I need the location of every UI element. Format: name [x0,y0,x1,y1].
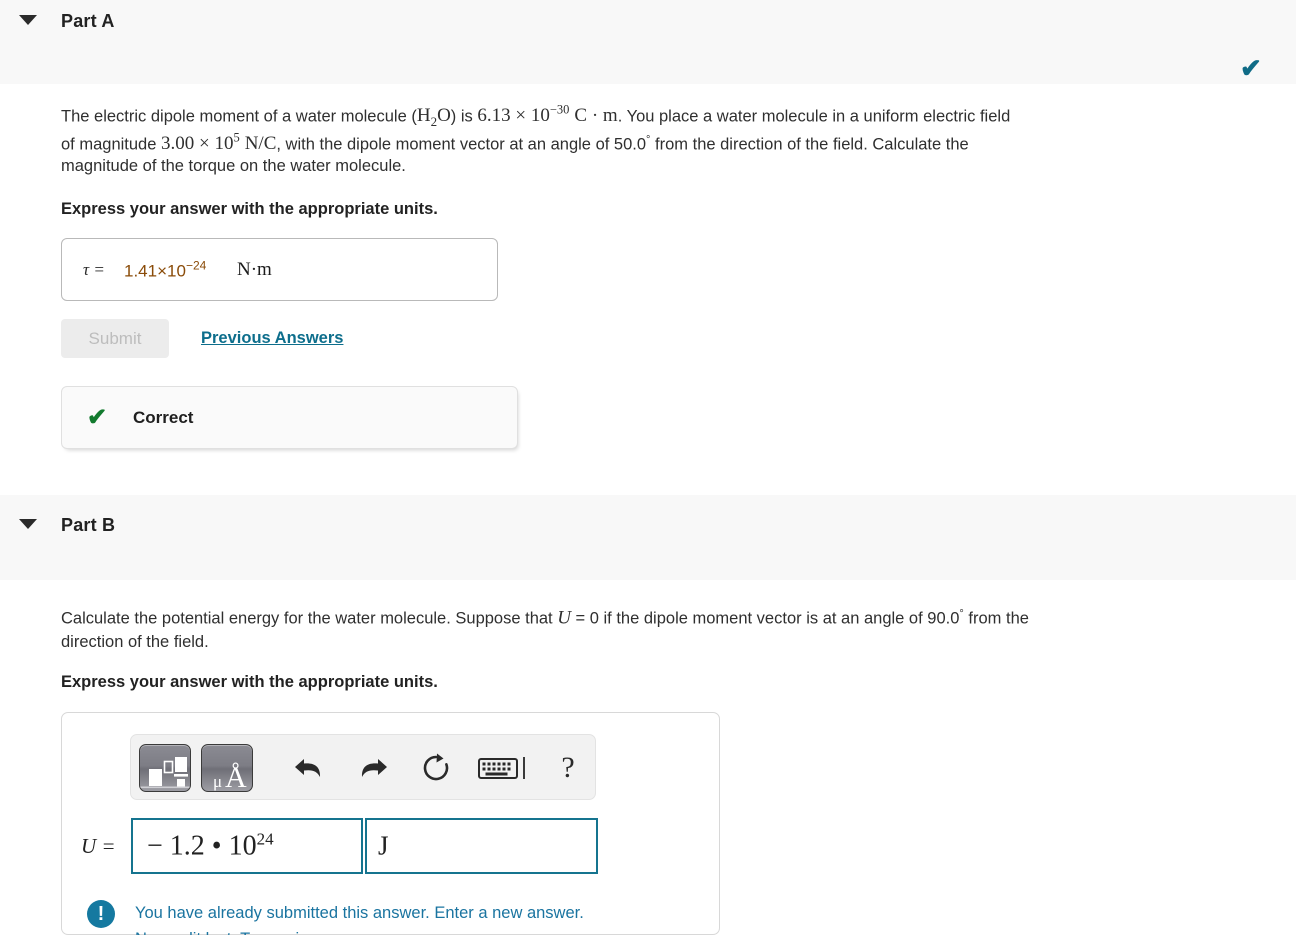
part-a-header[interactable]: Part A [0,0,1296,84]
help-label: ? [561,751,575,784]
question-text-segment: from the direction of the field. Calcula… [650,135,969,154]
keyboard-icon[interactable] [474,744,538,792]
part-a-submit-button[interactable]: Submit [61,319,169,358]
part-a-answer-value: 1.41×10−24 [124,258,207,280]
chevron-down-icon[interactable] [19,519,37,529]
exclamation-circle-icon: ! [87,900,115,928]
question-text-segment: = 0 if the dipole moment vector is at an… [570,609,960,628]
chevron-down-icon[interactable] [19,15,37,25]
part-a-feedback-box: ✔ Correct [61,386,518,449]
part-a-answer-box[interactable]: τ = 1.41×10−24 N·m [61,238,498,301]
undo-arrow-icon[interactable] [285,744,333,792]
part-b-instruction: Express your answer with the appropriate… [61,673,438,691]
math-template-icon[interactable] [139,744,191,792]
units-micro-angstrom-icon[interactable]: μ Å [201,744,253,792]
question-text-segment: . You place a water molecule in a unifor… [617,107,1011,126]
part-b-value-content: − 1.2 • 1024 [147,829,274,862]
part-a-answer-units: N·m [237,258,272,280]
part-b-answer-card: μ Å ? U = − 1.2 • 1024 J ! You have alre… [61,712,720,935]
question-text-segment: of magnitude [61,135,161,154]
svg-text:μ: μ [213,772,222,791]
part-a-header-check-icon: ✔ [1240,53,1262,83]
question-text-segment: ) is [450,107,478,126]
problem-page: Part A ✔ The electric dipole moment of a… [0,0,1314,935]
svg-text:Å: Å [225,761,247,792]
exclamation-glyph: ! [97,902,105,925]
alert-line-1: You have already submitted this answer. … [135,904,584,922]
u-symbol: U [557,607,571,629]
question-text-segment: Calculate the potential energy for the w… [61,609,558,628]
part-b-alert-message: You have already submitted this answer. … [135,900,705,935]
part-a-title: Part A [61,11,115,31]
redo-arrow-icon[interactable] [349,744,397,792]
part-a-previous-answers-link[interactable]: Previous Answers [201,329,343,348]
alert-line-2: No credit lost. Try again. [135,926,705,935]
tau-label: τ = [83,259,105,279]
check-icon: ✔ [87,403,108,431]
math-editor-toolbar: μ Å ? [130,734,596,800]
part-a-feedback-label: Correct [133,407,194,427]
part-b-header[interactable]: Part B [0,495,1296,580]
question-text-segment: from the [963,609,1029,628]
question-text-segment: The electric dipole moment of a water mo… [61,107,417,126]
part-b-title: Part B [61,515,116,535]
part-b-value-input[interactable]: − 1.2 • 1024 [131,818,363,874]
part-b-units-content: J [378,830,389,861]
part-a-question-line-3: magnitude of the torque on the water mol… [61,157,406,175]
question-mark-icon[interactable]: ? [544,744,592,792]
part-b-units-input[interactable]: J [365,818,598,874]
u-equals-label: U = [81,834,116,858]
reset-circle-icon[interactable] [412,744,460,792]
part-a-instruction: Express your answer with the appropriate… [61,200,438,218]
question-text-segment: , with the dipole moment vector at an an… [276,135,647,154]
part-b-question-line-2: direction of the field. [61,633,209,651]
submit-button-label: Submit [88,328,142,348]
